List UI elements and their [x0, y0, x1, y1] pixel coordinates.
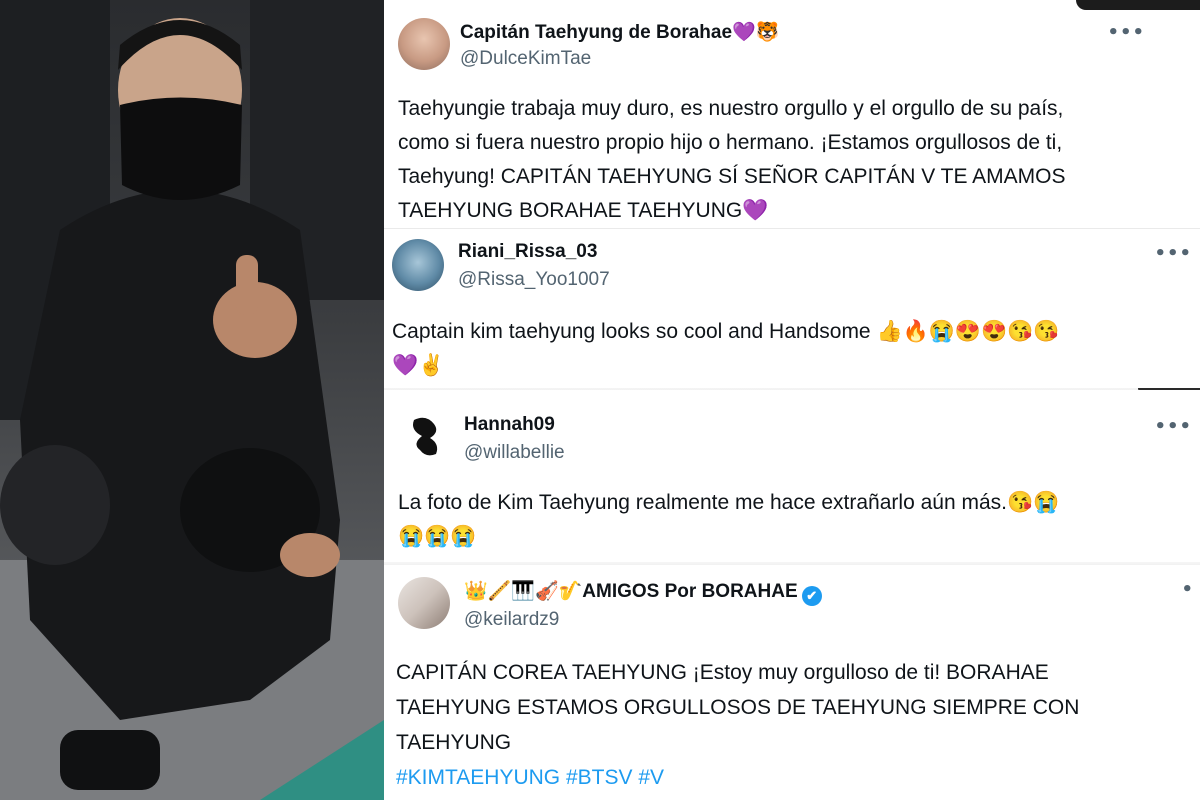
tweet-text: Captain kim taehyung looks so cool and H… [392, 315, 1059, 383]
tweet-card[interactable]: Hannah09 @willabellie ••• La foto de Kim… [384, 390, 1200, 565]
user-avatar[interactable] [400, 410, 452, 462]
user-display-name[interactable]: Riani_Rissa_03 [458, 241, 597, 263]
tweet-photo [0, 0, 384, 800]
tweet-card[interactable]: 👑🪈🎹🎻🎷AMIGOS Por BORAHAE ✔ @keilardz9 • CA… [384, 565, 1200, 800]
tweet-card[interactable]: Riani_Rissa_03 @Rissa_Yoo1007 ••• Captai… [384, 228, 1200, 390]
screenshot-edge [1076, 0, 1200, 10]
tweet-text-line: Taehyungie trabaja muy duro, es nuestro … [398, 97, 1064, 120]
tweet-text-line: 💜✌ [392, 354, 445, 377]
tweet-text-line: TAEHYUNG BORAHAE TAEHYUNG💜 [398, 199, 769, 222]
tweet-text-line: como si fuera nuestro propio hijo o herm… [398, 131, 1063, 154]
hashtag-links[interactable]: #KIMTAEHYUNG #BTSV #V [396, 760, 1079, 795]
tweet-text-line: Taehyung! CAPITÁN TAEHYUNG SÍ SEÑOR CAPI… [398, 165, 1066, 188]
tweet-text-line: La foto de Kim Taehyung realmente me hac… [398, 491, 1060, 514]
user-avatar[interactable] [398, 18, 450, 70]
user-display-name[interactable]: Hannah09 [464, 414, 555, 436]
tweet-text-line: TAEHYUNG [396, 731, 512, 754]
more-options-icon[interactable]: ••• [1154, 416, 1192, 437]
tweet-text-line: Captain kim taehyung looks so cool and H… [392, 320, 1060, 343]
verified-badge-icon: ✔ [801, 586, 822, 606]
user-avatar[interactable] [392, 239, 444, 291]
user-handle[interactable]: @DulceKimTae [460, 48, 591, 70]
soldier-photo-illustration [0, 0, 384, 800]
more-options-icon[interactable]: ••• [1154, 243, 1192, 264]
user-handle[interactable]: @Rissa_Yoo1007 [458, 269, 610, 291]
tweet-text-line: TAEHYUNG ESTAMOS ORGULLOSOS DE TAEHYUNG … [396, 696, 1080, 719]
user-avatar[interactable] [398, 577, 450, 629]
tweet-text: Taehyungie trabaja muy duro, es nuestro … [398, 92, 1066, 228]
user-display-name-text: 👑🪈🎹🎻🎷AMIGOS Por BORAHAE [464, 581, 798, 602]
user-handle[interactable]: @keilardz9 [464, 609, 559, 631]
tweet-card[interactable]: Capitán Taehyung de Borahae💜🐯 @DulceKimT… [384, 0, 1200, 228]
more-options-icon[interactable]: • [1181, 579, 1194, 600]
user-handle[interactable]: @willabellie [464, 442, 565, 464]
tweet-text: La foto de Kim Taehyung realmente me hac… [398, 486, 1059, 554]
avatar-drawing-icon [413, 417, 438, 456]
tweet-text: CAPITÁN COREA TAEHYUNG ¡Estoy muy orgull… [396, 655, 1079, 795]
tweet-text-line: 😭😭😭 [398, 525, 477, 548]
user-display-name[interactable]: 👑🪈🎹🎻🎷AMIGOS Por BORAHAE ✔ [464, 579, 822, 606]
tweet-text-line: CAPITÁN COREA TAEHYUNG ¡Estoy muy orgull… [396, 661, 1049, 684]
more-options-icon[interactable]: ••• [1107, 22, 1145, 43]
user-display-name[interactable]: Capitán Taehyung de Borahae💜🐯 [460, 20, 779, 44]
